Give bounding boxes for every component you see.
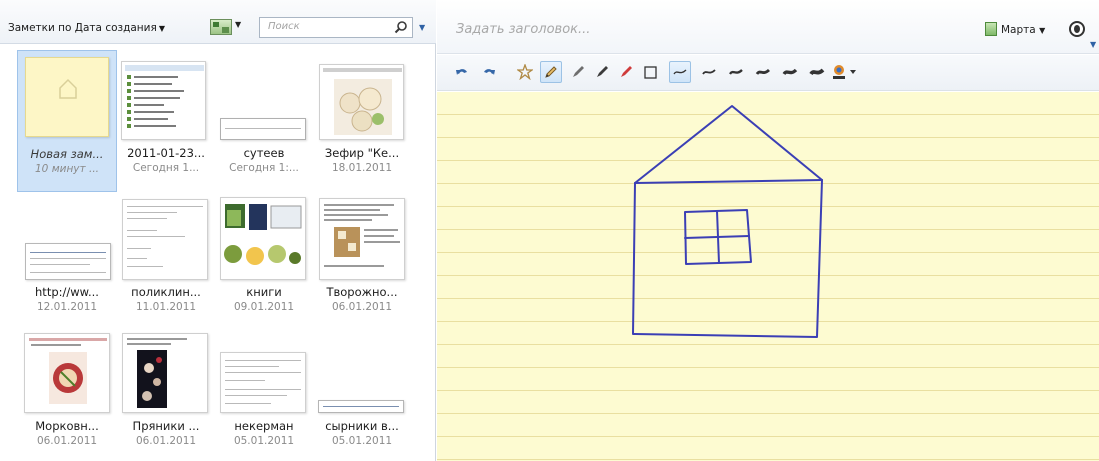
stroke-medium-icon[interactable] xyxy=(725,61,747,83)
note-editor-panel: Задать заголовок... Марта ▼ ▼ xyxy=(437,0,1099,461)
note-thumbnail xyxy=(319,198,405,280)
curve-icon[interactable] xyxy=(669,61,691,83)
note-title: сырники в... xyxy=(325,419,399,433)
eraser-icon[interactable] xyxy=(615,61,637,83)
note-item[interactable]: Новая зам... 10 минут ... xyxy=(17,50,117,192)
note-item[interactable]: http://ww... 12.01.2011 xyxy=(17,192,117,334)
note-date: 06.01.2011 xyxy=(135,435,197,447)
color-picker-icon[interactable] xyxy=(831,61,861,83)
marker-icon[interactable] xyxy=(591,61,613,83)
house-drawing xyxy=(632,105,823,338)
note-thumbnail xyxy=(319,64,404,140)
note-date: 12.01.2011 xyxy=(36,301,98,313)
note-item[interactable]: поликлин... 11.01.2011 xyxy=(116,192,216,334)
note-date: 05.01.2011 xyxy=(331,435,393,447)
roof-stroke xyxy=(634,105,823,184)
notebook-dropdown[interactable]: Марта ▼ xyxy=(985,22,1045,40)
note-title: Пряники ... xyxy=(132,419,200,433)
note-item[interactable]: 2011-01-23... Сегодня 1... xyxy=(116,50,216,192)
ink-toolbar xyxy=(437,55,1099,91)
note-title: Морковн... xyxy=(35,419,99,433)
roof-base-stroke xyxy=(634,179,823,184)
note-title: поликлин... xyxy=(131,285,201,299)
shape-rectangle-icon[interactable] xyxy=(640,61,662,83)
stroke-boldest-icon[interactable] xyxy=(806,61,828,83)
notes-list-toolbar: Заметки по Дата создания ▼ ▼ Поиск ▼ xyxy=(0,0,436,44)
highlighter-star-icon[interactable] xyxy=(514,61,536,83)
search-input[interactable]: Поиск xyxy=(259,17,413,38)
chevron-down-icon: ▼ xyxy=(158,24,165,33)
walls-stroke xyxy=(632,179,823,338)
note-date: 05.01.2011 xyxy=(233,435,295,447)
search-options-chevron-icon[interactable]: ▼ xyxy=(419,23,425,32)
empty-note-icon xyxy=(59,78,77,99)
note-item[interactable]: Зефир "Ке... 18.01.2011 xyxy=(312,50,412,192)
note-header: Задать заголовок... Марта ▼ ▼ xyxy=(437,0,1099,54)
undo-icon[interactable] xyxy=(451,61,473,83)
note-thumbnail xyxy=(122,333,208,413)
note-thumbnail xyxy=(318,400,404,413)
ink-canvas[interactable] xyxy=(437,92,1099,461)
sort-label: Заметки по Дата создания xyxy=(8,22,157,34)
note-title: Творожно... xyxy=(326,285,398,299)
note-title: Зефир "Ке... xyxy=(324,146,400,160)
note-thumbnail xyxy=(25,243,111,280)
note-title: http://ww... xyxy=(35,285,99,299)
stroke-thin-icon[interactable] xyxy=(698,61,720,83)
note-item[interactable]: cyтеев Сегодня 1:... xyxy=(214,50,314,192)
note-date: 06.01.2011 xyxy=(36,435,98,447)
note-title: 2011-01-23... xyxy=(127,146,205,160)
pen-icon[interactable] xyxy=(567,61,589,83)
pencil-icon[interactable] xyxy=(540,61,562,83)
note-thumbnail xyxy=(220,197,306,280)
note-date: 09.01.2011 xyxy=(233,301,295,313)
note-item[interactable]: Творожно... 06.01.2011 xyxy=(312,192,412,334)
note-date: 11.01.2011 xyxy=(135,301,197,313)
redo-icon[interactable] xyxy=(478,61,500,83)
note-thumbnail xyxy=(220,118,306,140)
note-item[interactable]: книги 09.01.2011 xyxy=(214,192,314,334)
notebook-icon xyxy=(985,22,997,36)
window-transom-stroke xyxy=(684,235,750,239)
note-thumbnail xyxy=(121,61,206,140)
view-mode-button[interactable]: ▼ xyxy=(210,17,244,37)
notes-grid: Новая зам... 10 минут ... 2011-01-23... … xyxy=(0,45,436,461)
note-item[interactable]: некерман 05.01.2011 xyxy=(214,330,314,461)
note-title-input[interactable]: Задать заголовок... xyxy=(456,22,590,37)
note-date: Сегодня 1... xyxy=(132,162,200,174)
note-date: 10 минут ... xyxy=(35,163,99,175)
chevron-down-icon: ▼ xyxy=(1039,26,1046,35)
sort-dropdown[interactable]: Заметки по Дата создания ▼ xyxy=(8,22,165,34)
note-title: книги xyxy=(246,285,282,299)
note-date: 18.01.2011 xyxy=(331,162,393,174)
notebook-label: Марта xyxy=(1001,24,1036,36)
note-title: Новая зам... xyxy=(30,147,104,161)
note-date: 06.01.2011 xyxy=(331,301,393,313)
note-date: Сегодня 1:... xyxy=(229,162,299,174)
note-thumbnail xyxy=(25,57,109,137)
note-item[interactable]: Пряники ... 06.01.2011 xyxy=(116,330,216,461)
header-chevron-icon[interactable]: ▼ xyxy=(1090,40,1096,49)
note-thumbnail xyxy=(220,352,306,413)
note-item[interactable]: сырники в... 05.01.2011 xyxy=(312,330,412,461)
globe-icon[interactable] xyxy=(1069,21,1085,37)
search-placeholder: Поиск xyxy=(268,21,300,32)
stroke-thick-icon[interactable] xyxy=(752,61,774,83)
note-title: cyтеев xyxy=(243,146,285,160)
note-item[interactable]: Морковн... 06.01.2011 xyxy=(17,330,117,461)
note-thumbnail xyxy=(24,333,110,413)
stroke-bolder-icon[interactable] xyxy=(779,61,801,83)
thumbnail-view-icon xyxy=(210,19,232,35)
search-icon[interactable] xyxy=(394,20,408,34)
note-thumbnail xyxy=(122,199,208,280)
chevron-down-icon: ▼ xyxy=(235,20,242,29)
note-title: некерман xyxy=(234,419,294,433)
notes-list-panel: Заметки по Дата создания ▼ ▼ Поиск ▼ Нова… xyxy=(0,0,436,461)
